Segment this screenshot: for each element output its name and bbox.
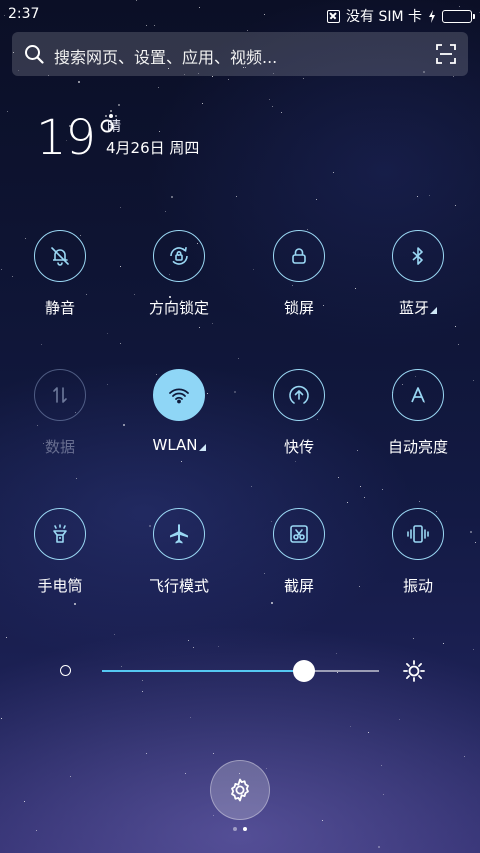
brightness-fill [102,670,305,672]
toggle-label: 方向锁定 [124,297,234,318]
lock-icon [288,245,310,267]
page-dot [233,827,237,831]
toggle-wifi[interactable]: WLAN [124,369,234,454]
toggle-label-text: 锁屏 [283,299,314,317]
toggle-label: 手电筒 [5,575,115,596]
toggle-label-text: 自动亮度 [387,438,448,456]
toggle-label-text: WLAN [152,436,198,454]
bluetooth-icon [408,245,428,267]
wifi-icon [167,385,191,405]
scan-icon[interactable] [436,44,456,64]
rotation-lock-icon [167,244,191,268]
no-sim-icon [327,9,340,23]
toggle-airplane[interactable]: 飞行模式 [124,508,234,596]
auto-brightness-toggle-button[interactable] [392,369,444,421]
toggle-screenshot[interactable]: 截屏 [244,508,354,596]
brightness-slider[interactable] [102,660,379,682]
search-placeholder: 搜索网页、设置、应用、视频... [54,48,278,67]
toggle-label-text: 方向锁定 [148,299,209,317]
toggle-flashlight[interactable]: 手电筒 [5,508,115,596]
weather-condition: 晴 [107,119,121,135]
toggle-label: 锁屏 [244,297,354,318]
toggle-label-text: 截屏 [283,577,314,595]
toggle-label: 蓝牙 [363,297,473,318]
weather-date: 4月26日 周四 [106,139,200,157]
vibrate-icon [406,523,430,545]
toggle-label: 飞行模式 [124,575,234,596]
toggle-mobile-data[interactable]: 数据 [5,369,115,457]
bell-off-icon [49,245,71,267]
screenshot-toggle-button[interactable] [273,508,325,560]
vibrate-toggle-button[interactable] [392,508,444,560]
lock-toggle-button[interactable] [273,230,325,282]
toggle-label: 自动亮度 [363,436,473,457]
wifi-toggle-button[interactable] [153,369,205,421]
gear-icon [231,778,249,802]
page-dot [243,827,247,831]
toggle-label: 截屏 [244,575,354,596]
brightness-low-icon [60,665,71,676]
toggle-label-text: 静音 [44,299,75,317]
mobile-data-toggle-button[interactable] [34,369,86,421]
more-options-indicator[interactable] [430,307,437,314]
flashlight-toggle-button[interactable] [34,508,86,560]
toggle-label: 数据 [5,436,115,457]
toggle-lock[interactable]: 锁屏 [244,230,354,318]
bluetooth-toggle-button[interactable] [392,230,444,282]
rotation-lock-toggle-button[interactable] [153,230,205,282]
battery-icon [442,9,475,23]
screenshot-icon [288,523,310,545]
bell-off-toggle-button[interactable] [34,230,86,282]
toggle-label-text: 手电筒 [37,577,83,595]
charging-icon [429,9,435,23]
airplane-icon [167,522,191,546]
toggle-label-text: 飞行模式 [148,577,209,595]
airplane-toggle-button[interactable] [153,508,205,560]
toggle-label-text: 振动 [402,577,433,595]
toggle-auto-brightness[interactable]: 自动亮度 [363,369,473,457]
toggle-label-text: 快传 [283,438,314,456]
toggle-bell-off[interactable]: 静音 [5,230,115,318]
quick-transfer-icon [287,383,311,407]
toggle-quick-transfer[interactable]: 快传 [244,369,354,457]
page-indicator [233,827,247,831]
toggle-label: 静音 [5,297,115,318]
toggle-label: 振动 [363,575,473,596]
sim-status-text: 没有 SIM 卡 [346,9,422,25]
auto-brightness-icon [407,384,429,406]
search-bar[interactable]: 搜索网页、设置、应用、视频... [12,32,468,76]
toggle-label: 快传 [244,436,354,457]
toggle-label: WLAN [124,436,234,454]
toggle-label-text: 数据 [44,438,75,456]
brightness-high-icon [403,660,425,682]
search-icon [25,45,44,64]
toggle-bluetooth[interactable]: 蓝牙 [363,230,473,318]
status-bar: 2:37 没有 SIM 卡 [0,0,480,28]
mobile-data-icon [49,384,71,406]
settings-button[interactable] [210,760,270,820]
toggle-label-text: 蓝牙 [398,299,429,317]
flashlight-icon [49,523,71,545]
brightness-thumb[interactable] [293,660,316,682]
status-time: 2:37 [8,6,40,22]
toggle-rotation-lock[interactable]: 方向锁定 [124,230,234,318]
toggle-vibrate[interactable]: 振动 [363,508,473,596]
more-options-indicator[interactable] [198,444,206,451]
quick-transfer-toggle-button[interactable] [273,369,325,421]
